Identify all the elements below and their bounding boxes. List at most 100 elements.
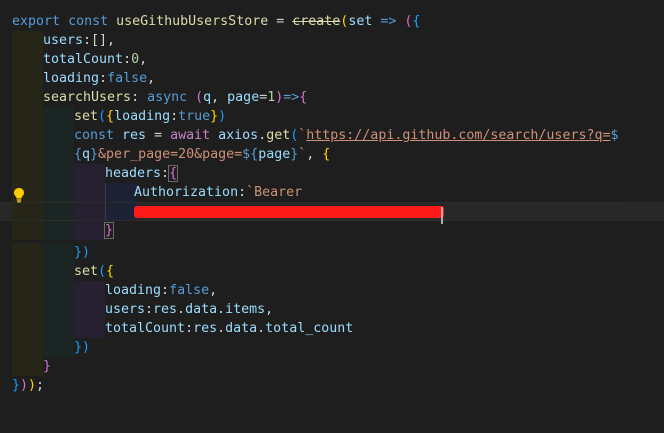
brace: { bbox=[106, 109, 115, 124]
prop-key: loading bbox=[114, 109, 171, 124]
boolean-literal: true bbox=[178, 109, 211, 124]
code-line-9[interactable]: headers:{ bbox=[0, 164, 664, 183]
code-line-16[interactable]: users:res.data.items, bbox=[0, 300, 664, 319]
interp-open: { bbox=[74, 147, 83, 162]
semicolon: ; bbox=[36, 378, 45, 393]
prop-key: totalCount bbox=[105, 321, 186, 336]
async-keyword: async bbox=[147, 90, 188, 105]
paren: ( bbox=[98, 109, 107, 124]
code-line-10[interactable]: Authorization:`Bearer bbox=[0, 183, 664, 202]
comma: , bbox=[265, 302, 274, 317]
bearer-string: `Bearer bbox=[246, 185, 303, 200]
prop-key: users bbox=[105, 302, 146, 317]
colon: : bbox=[161, 166, 170, 181]
colon: : bbox=[161, 283, 170, 298]
param-page: page bbox=[227, 90, 260, 105]
set-call: set bbox=[74, 264, 99, 279]
prop-key: totalCount bbox=[43, 52, 124, 67]
code-line-19[interactable]: } bbox=[0, 357, 664, 376]
close-brace: } bbox=[12, 378, 21, 393]
code-line-5[interactable]: searchUsers: async (q, page=1)=>{ bbox=[0, 88, 664, 107]
api-url-link[interactable]: https://api.github.com/search/users?q= bbox=[306, 128, 610, 143]
prop-key: Authorization bbox=[134, 185, 239, 200]
interp-close: } bbox=[90, 147, 99, 162]
total-count-prop: total_count bbox=[265, 321, 354, 336]
export-keyword: export bbox=[12, 14, 61, 29]
prop-key: headers bbox=[105, 166, 162, 181]
res-variable: res bbox=[122, 128, 147, 143]
assign-op: = bbox=[268, 14, 293, 29]
code-line-6[interactable]: set({loading:true}) bbox=[0, 107, 664, 126]
colon: : bbox=[170, 109, 179, 124]
dot: . bbox=[257, 321, 266, 336]
close-brace: } bbox=[43, 359, 52, 374]
code-line-20[interactable]: })); bbox=[0, 376, 664, 395]
dot: . bbox=[217, 321, 226, 336]
redacted-token bbox=[134, 206, 444, 218]
code-editor[interactable]: export const useGithubUsersStore = creat… bbox=[0, 0, 664, 424]
paren: ) bbox=[218, 109, 227, 124]
boolean-literal: false bbox=[107, 71, 148, 86]
comma: , bbox=[306, 147, 323, 162]
axios-object: axios bbox=[218, 128, 259, 143]
code-line-12[interactable]: } bbox=[0, 221, 664, 240]
colon: : bbox=[131, 90, 148, 105]
colon: : bbox=[123, 52, 132, 67]
code-line-3[interactable]: totalCount:0, bbox=[0, 50, 664, 69]
brace: { bbox=[412, 14, 421, 29]
brace: { bbox=[322, 147, 331, 162]
brace: } bbox=[103, 222, 115, 239]
data-prop: data bbox=[225, 321, 258, 336]
paren: ( bbox=[195, 90, 204, 105]
comma: , bbox=[139, 52, 148, 67]
prop-value: :[], bbox=[83, 33, 116, 48]
res-variable: res bbox=[153, 302, 178, 317]
paren: ) bbox=[20, 378, 29, 393]
const-keyword: const bbox=[74, 128, 115, 143]
template-dollar: $ bbox=[610, 128, 619, 143]
code-line-13[interactable]: }) bbox=[0, 243, 664, 262]
interp-page: page bbox=[258, 147, 291, 162]
arrow-op: => bbox=[372, 14, 405, 29]
arrow-op: => bbox=[283, 90, 300, 105]
comma: , bbox=[147, 71, 156, 86]
param-q: q bbox=[203, 90, 212, 105]
colon: : bbox=[99, 71, 108, 86]
colon: : bbox=[185, 321, 194, 336]
number-literal: 0 bbox=[131, 52, 140, 67]
close-brackets: }) bbox=[74, 340, 91, 355]
code-line-8[interactable]: {q}&per_page=20&page=${page}`, { bbox=[0, 145, 664, 164]
interp-open: { bbox=[250, 147, 259, 162]
res-variable: res bbox=[193, 321, 218, 336]
prop-key: users bbox=[43, 33, 84, 48]
code-line-15[interactable]: loading:false, bbox=[0, 281, 664, 300]
brace: { bbox=[299, 90, 308, 105]
code-line-14[interactable]: set({ bbox=[0, 262, 664, 281]
set-param: set bbox=[348, 14, 373, 29]
paren: ( bbox=[98, 264, 107, 279]
get-method: get bbox=[266, 128, 291, 143]
brace: } bbox=[210, 109, 219, 124]
store-name: useGithubUsersStore bbox=[116, 14, 269, 29]
prop-key: loading bbox=[105, 283, 162, 298]
code-line-4[interactable]: loading:false, bbox=[0, 69, 664, 88]
code-line-2[interactable]: users:[], bbox=[0, 31, 664, 50]
comma: , bbox=[209, 283, 218, 298]
code-line-17[interactable]: totalCount:res.data.total_count bbox=[0, 319, 664, 338]
prop-key: loading bbox=[43, 71, 100, 86]
const-keyword: const bbox=[68, 14, 109, 29]
set-call: set bbox=[74, 109, 99, 124]
code-line-18[interactable]: }) bbox=[0, 338, 664, 357]
url-query: &per_page=20&page= bbox=[98, 147, 243, 162]
colon: : bbox=[238, 185, 247, 200]
lightbulb-icon[interactable] bbox=[12, 187, 26, 203]
code-line-1[interactable]: export const useGithubUsersStore = creat… bbox=[0, 12, 664, 31]
code-line-7[interactable]: const res = await axios.get(`https://api… bbox=[0, 126, 664, 145]
dot: . bbox=[258, 128, 267, 143]
colon: : bbox=[145, 302, 154, 317]
brace: { bbox=[168, 165, 179, 182]
paren: ) bbox=[28, 378, 37, 393]
interp-q: q bbox=[82, 147, 91, 162]
dot: . bbox=[217, 302, 226, 317]
